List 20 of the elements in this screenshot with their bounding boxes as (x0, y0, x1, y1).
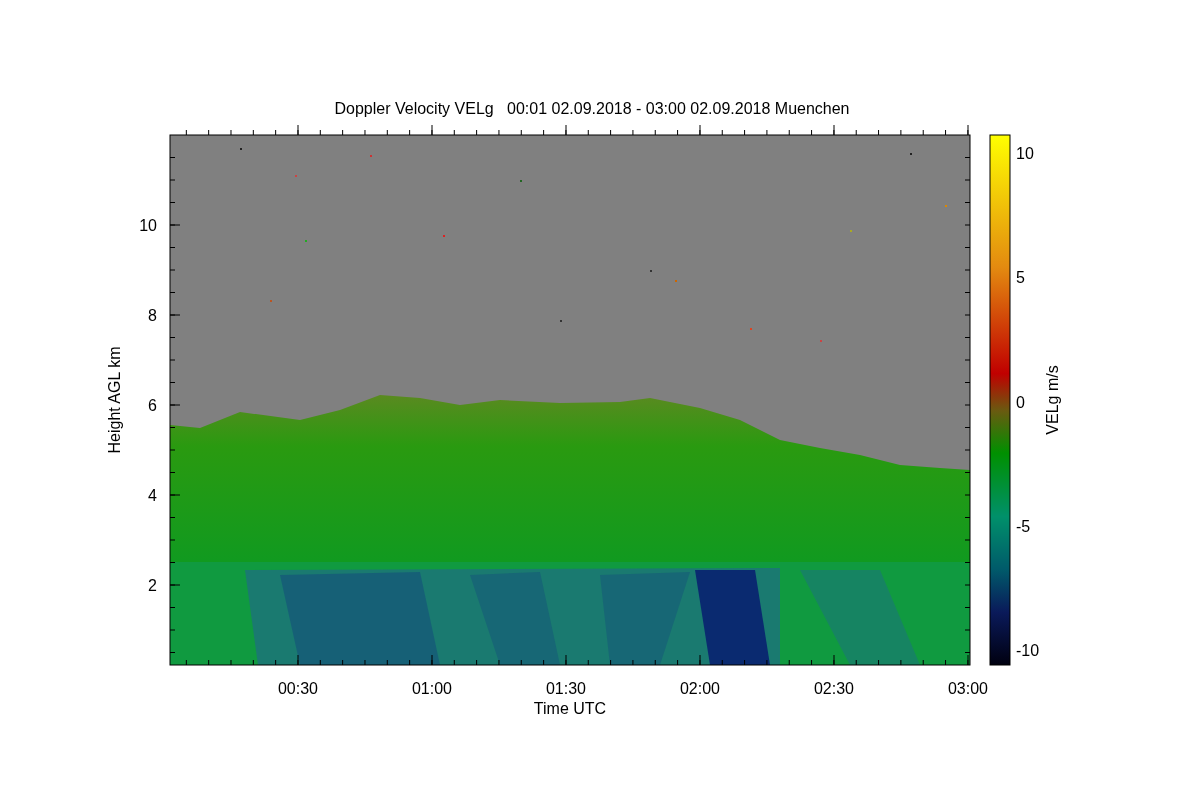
x-tick-label: 00:30 (278, 680, 318, 697)
x-tick-label: 01:00 (412, 680, 452, 697)
color-scale-label: 5 (1016, 269, 1025, 287)
y-axis-label: Height AGL km (106, 346, 123, 454)
y-tick-label: 6 (148, 397, 157, 414)
x-tick-label: 02:30 (814, 680, 854, 697)
color-scale-label: 10 (1016, 145, 1034, 162)
color-scale-label: -10 (1016, 642, 1040, 660)
color-scale-label: 0 (1016, 393, 1025, 411)
x-axis-label: Time UTC (533, 700, 607, 717)
color-scale-title: VELg m/s (1044, 365, 1061, 435)
x-tick-label: 02:00 (680, 680, 720, 697)
chart-title: Doppler Velocity VELg 00:01 02.09.2018 - 03:00 02.09.2018 Muenchen (334, 100, 850, 117)
y-tick-label: 8 (148, 307, 157, 324)
x-tick-label: 03:00 (948, 680, 988, 697)
y-tick-label: 2 (148, 577, 157, 594)
y-tick-label: 10 (139, 217, 157, 234)
y-tick-label: 4 (148, 487, 157, 504)
color-scale-label: -5 (1016, 517, 1031, 535)
x-tick-label: 01:30 (546, 680, 586, 697)
